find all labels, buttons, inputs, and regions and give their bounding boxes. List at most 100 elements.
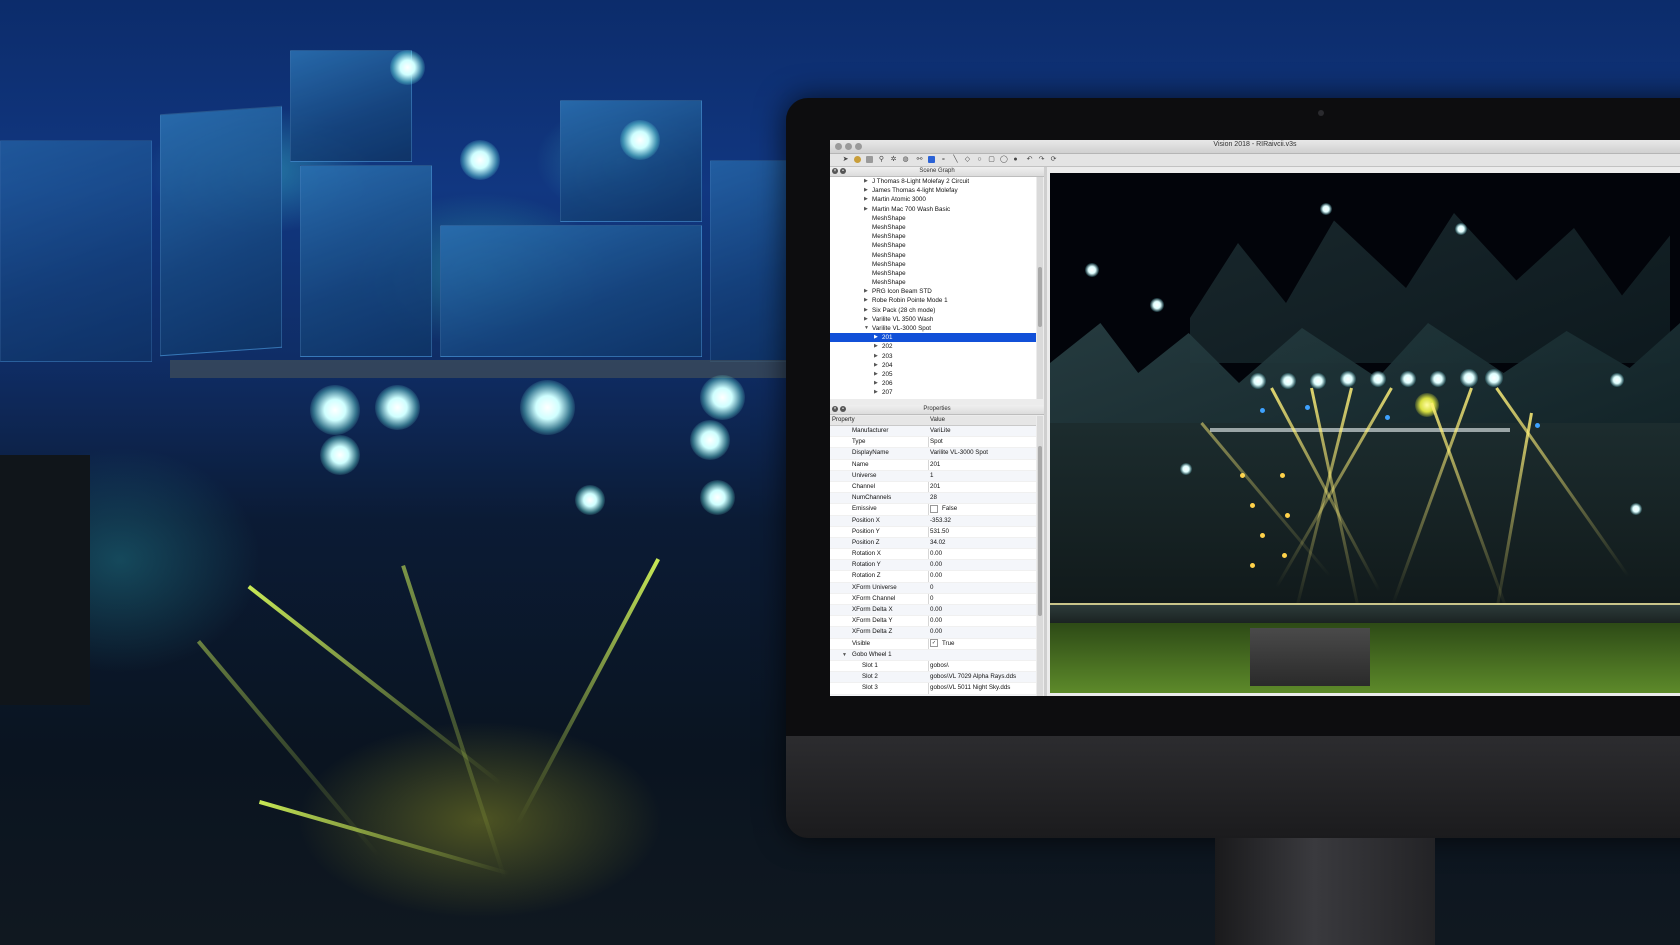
disclosure-right-icon[interactable]: ▶	[864, 306, 868, 315]
tree-item[interactable]: MeshShape	[830, 214, 1036, 223]
zoom-icon[interactable]: ⚲	[878, 156, 885, 163]
line-icon[interactable]: ╲	[952, 156, 959, 163]
disclosure-right-icon[interactable]: ▶	[864, 296, 868, 305]
property-row[interactable]: Visible ✓ True	[830, 638, 1036, 650]
sphere-icon[interactable]: ○	[976, 156, 983, 163]
property-row[interactable]: Position Y 531.50	[830, 527, 1036, 538]
blue-box-icon[interactable]	[928, 156, 935, 163]
tree-item[interactable]: ▶ 204	[830, 361, 1036, 370]
property-row[interactable]: Position Z 34.02	[830, 537, 1036, 550]
tree-item[interactable]: ▶ Martin Mac 700 Wash Basic	[830, 205, 1036, 214]
tree-item[interactable]: ▶ 205	[830, 370, 1036, 379]
tree-item[interactable]: MeshShape	[830, 232, 1036, 241]
redo-icon[interactable]: ↷	[1038, 156, 1045, 163]
property-value[interactable]: 28	[930, 493, 937, 503]
gobo-wheel-group[interactable]: ▼ Gobo Wheel 1	[830, 649, 1036, 661]
disclosure-right-icon[interactable]: ▶	[874, 379, 878, 388]
property-value[interactable]: ✓ True	[930, 638, 955, 649]
property-value[interactable]: 531.50	[930, 527, 949, 537]
scene-graph-tree[interactable]: ▶ J Thomas 8-Light Molefay 2 Circuit ▶ Jame…	[830, 177, 1036, 399]
property-row[interactable]: Emissive False	[830, 504, 1036, 516]
tree-item[interactable]: ▶ 203	[830, 352, 1036, 361]
property-row[interactable]: Rotation Z 0.00	[830, 571, 1036, 583]
checkbox[interactable]: ✓	[930, 638, 938, 647]
property-value[interactable]: gobos\VL 5011 Night Sky.dds	[930, 683, 1010, 693]
cursor-icon[interactable]: ➤	[842, 156, 849, 163]
disclosure-right-icon[interactable]: ▶	[864, 186, 868, 195]
cube-icon[interactable]: ▢	[988, 156, 995, 163]
property-value[interactable]: 0.00	[930, 549, 942, 559]
property-value[interactable]: 0	[930, 594, 933, 604]
scrollbar-thumb[interactable]	[1038, 267, 1042, 327]
property-value[interactable]: False	[930, 504, 957, 514]
property-row[interactable]: Name 201	[830, 460, 1036, 471]
camera-tool-icon[interactable]: ◍	[902, 156, 909, 163]
record-icon[interactable]: ●	[1012, 156, 1019, 163]
tree-item[interactable]: ▼ Varilite VL-3000 Spot	[830, 324, 1036, 333]
3d-viewport[interactable]	[1050, 173, 1680, 693]
disclosure-right-icon[interactable]: ▶	[864, 287, 868, 296]
tree-item[interactable]: MeshShape	[830, 260, 1036, 269]
refresh-icon[interactable]: ⟳	[1050, 156, 1057, 163]
property-row[interactable]: XForm Channel 0	[830, 594, 1036, 605]
tree-item[interactable]: ▶ 206	[830, 379, 1036, 388]
fixture-icon[interactable]: ✲	[890, 156, 897, 163]
disclosure-right-icon[interactable]: ▶	[864, 177, 868, 186]
tree-item[interactable]: MeshShape	[830, 241, 1036, 250]
dot-icon[interactable]: ∘	[940, 156, 947, 163]
property-value[interactable]: 0.00	[930, 571, 942, 581]
tree-item[interactable]: ▶ PRG Icon Beam STD	[830, 287, 1036, 296]
tree-item[interactable]: ▶ 201	[830, 333, 1036, 343]
disclosure-right-icon[interactable]: ▶	[874, 388, 878, 397]
disclosure-right-icon[interactable]: ▶	[864, 195, 868, 204]
disclosure-down-icon[interactable]: ▼	[864, 324, 869, 333]
property-row[interactable]: XForm Delta Y 0.00	[830, 616, 1036, 628]
property-value[interactable]: 1	[930, 471, 933, 481]
tree-item[interactable]: MeshShape	[830, 251, 1036, 260]
shape-icon[interactable]: ◇	[964, 156, 971, 163]
property-value[interactable]: 0.00	[930, 605, 942, 615]
property-value[interactable]: 0.00	[930, 627, 942, 637]
disclosure-right-icon[interactable]: ▶	[864, 315, 868, 324]
tree-item[interactable]: MeshShape	[830, 223, 1036, 232]
disclosure-right-icon[interactable]: ▶	[874, 370, 878, 379]
property-row[interactable]: Type Spot	[830, 437, 1036, 449]
property-row[interactable]: Universe 1	[830, 470, 1036, 482]
property-value[interactable]: Varilite VL-3000 Spot	[930, 448, 988, 458]
link-icon[interactable]: ⚯	[916, 156, 923, 163]
tree-item[interactable]: MeshShape	[830, 278, 1036, 287]
property-value[interactable]: 0	[930, 583, 933, 593]
property-value[interactable]: gobos\VL 5523 Tribal Breakup...	[930, 695, 1018, 697]
property-row[interactable]: Rotation X 0.00	[830, 549, 1036, 561]
tree-item[interactable]: ▶ Varilite VL 3500 Wash	[830, 315, 1036, 324]
properties-scrollbar[interactable]	[1037, 416, 1043, 696]
scene-graph-scrollbar[interactable]	[1037, 177, 1043, 399]
property-row[interactable]: Slot 1 gobos\	[830, 661, 1036, 673]
disclosure-right-icon[interactable]: ▶	[874, 352, 878, 361]
disclosure-right-icon[interactable]: ▶	[874, 333, 878, 342]
disclosure-right-icon[interactable]: ▶	[864, 205, 868, 214]
tree-item[interactable]: ▶ James Thomas 4-light Molefay	[830, 186, 1036, 195]
property-row[interactable]: DisplayName Varilite VL-3000 Spot	[830, 448, 1036, 460]
property-row[interactable]: XForm Universe 0	[830, 582, 1036, 594]
scrollbar-thumb[interactable]	[1038, 446, 1042, 616]
property-row[interactable]: XForm Delta Z 0.00	[830, 627, 1036, 639]
property-row[interactable]: Position X -353.32	[830, 515, 1036, 527]
circle-outline-icon[interactable]: ◯	[1000, 156, 1008, 163]
property-row[interactable]: Slot 4 gobos\VL 5523 Tribal Breakup...	[830, 694, 1036, 697]
property-value[interactable]: 34.02	[930, 538, 945, 548]
property-row[interactable]: XForm Delta X 0.00	[830, 605, 1036, 617]
property-value[interactable]: VariLite	[930, 426, 951, 436]
property-row[interactable]: Slot 3 gobos\VL 5011 Night Sky.dds	[830, 683, 1036, 695]
property-row[interactable]: NumChannels 28	[830, 493, 1036, 505]
tree-item[interactable]: ▶ Six Pack (28 ch mode)	[830, 306, 1036, 315]
select-tool-icon[interactable]	[866, 156, 873, 163]
checkbox[interactable]	[930, 504, 938, 513]
property-value[interactable]: 0.00	[930, 560, 942, 570]
undo-icon[interactable]: ↶	[1026, 156, 1033, 163]
property-value[interactable]: Spot	[930, 437, 943, 447]
disclosure-right-icon[interactable]: ▶	[874, 361, 878, 370]
tree-item[interactable]: ▶ J Thomas 8-Light Molefay 2 Circuit	[830, 177, 1036, 186]
property-value[interactable]: -353.32	[930, 516, 951, 526]
tree-item[interactable]: MeshShape	[830, 269, 1036, 278]
